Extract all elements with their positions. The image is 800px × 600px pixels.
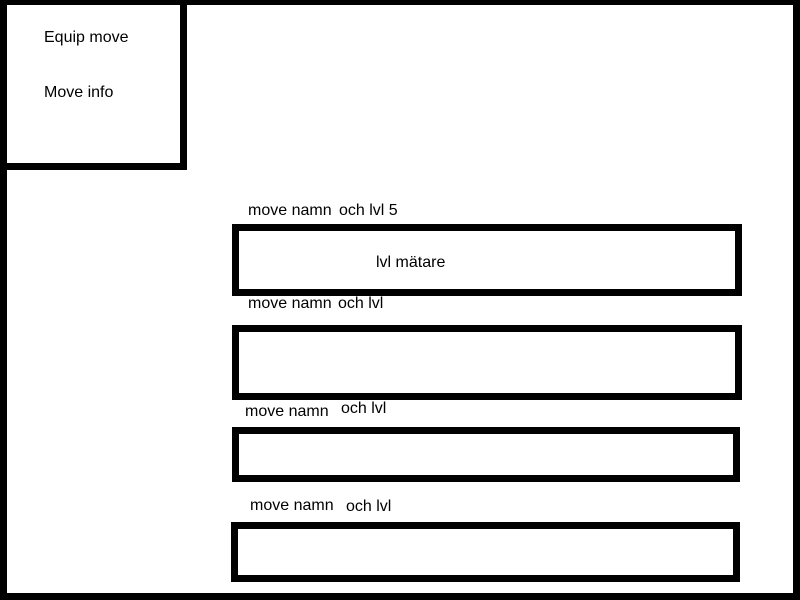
move-info-button[interactable]: Move info [44, 83, 113, 103]
level-meter-label: lvl mätare [376, 254, 446, 271]
move-name-label: move namn [248, 295, 332, 312]
move-level-label: och lvl 5 [339, 202, 398, 219]
move-name-label: move namn [245, 403, 329, 420]
level-meter-bar [232, 427, 740, 482]
equip-move-button[interactable]: Equip move [44, 28, 129, 48]
move-name-label: move namn [250, 497, 334, 514]
move-level-label: och lvl [346, 498, 392, 515]
move-name-label: move namn [248, 202, 332, 219]
level-meter-bar [232, 224, 742, 296]
move-level-label: och lvl [338, 295, 384, 312]
move-level-label: och lvl [341, 400, 387, 417]
level-meter-bar [232, 325, 742, 400]
level-meter-bar [231, 522, 740, 582]
